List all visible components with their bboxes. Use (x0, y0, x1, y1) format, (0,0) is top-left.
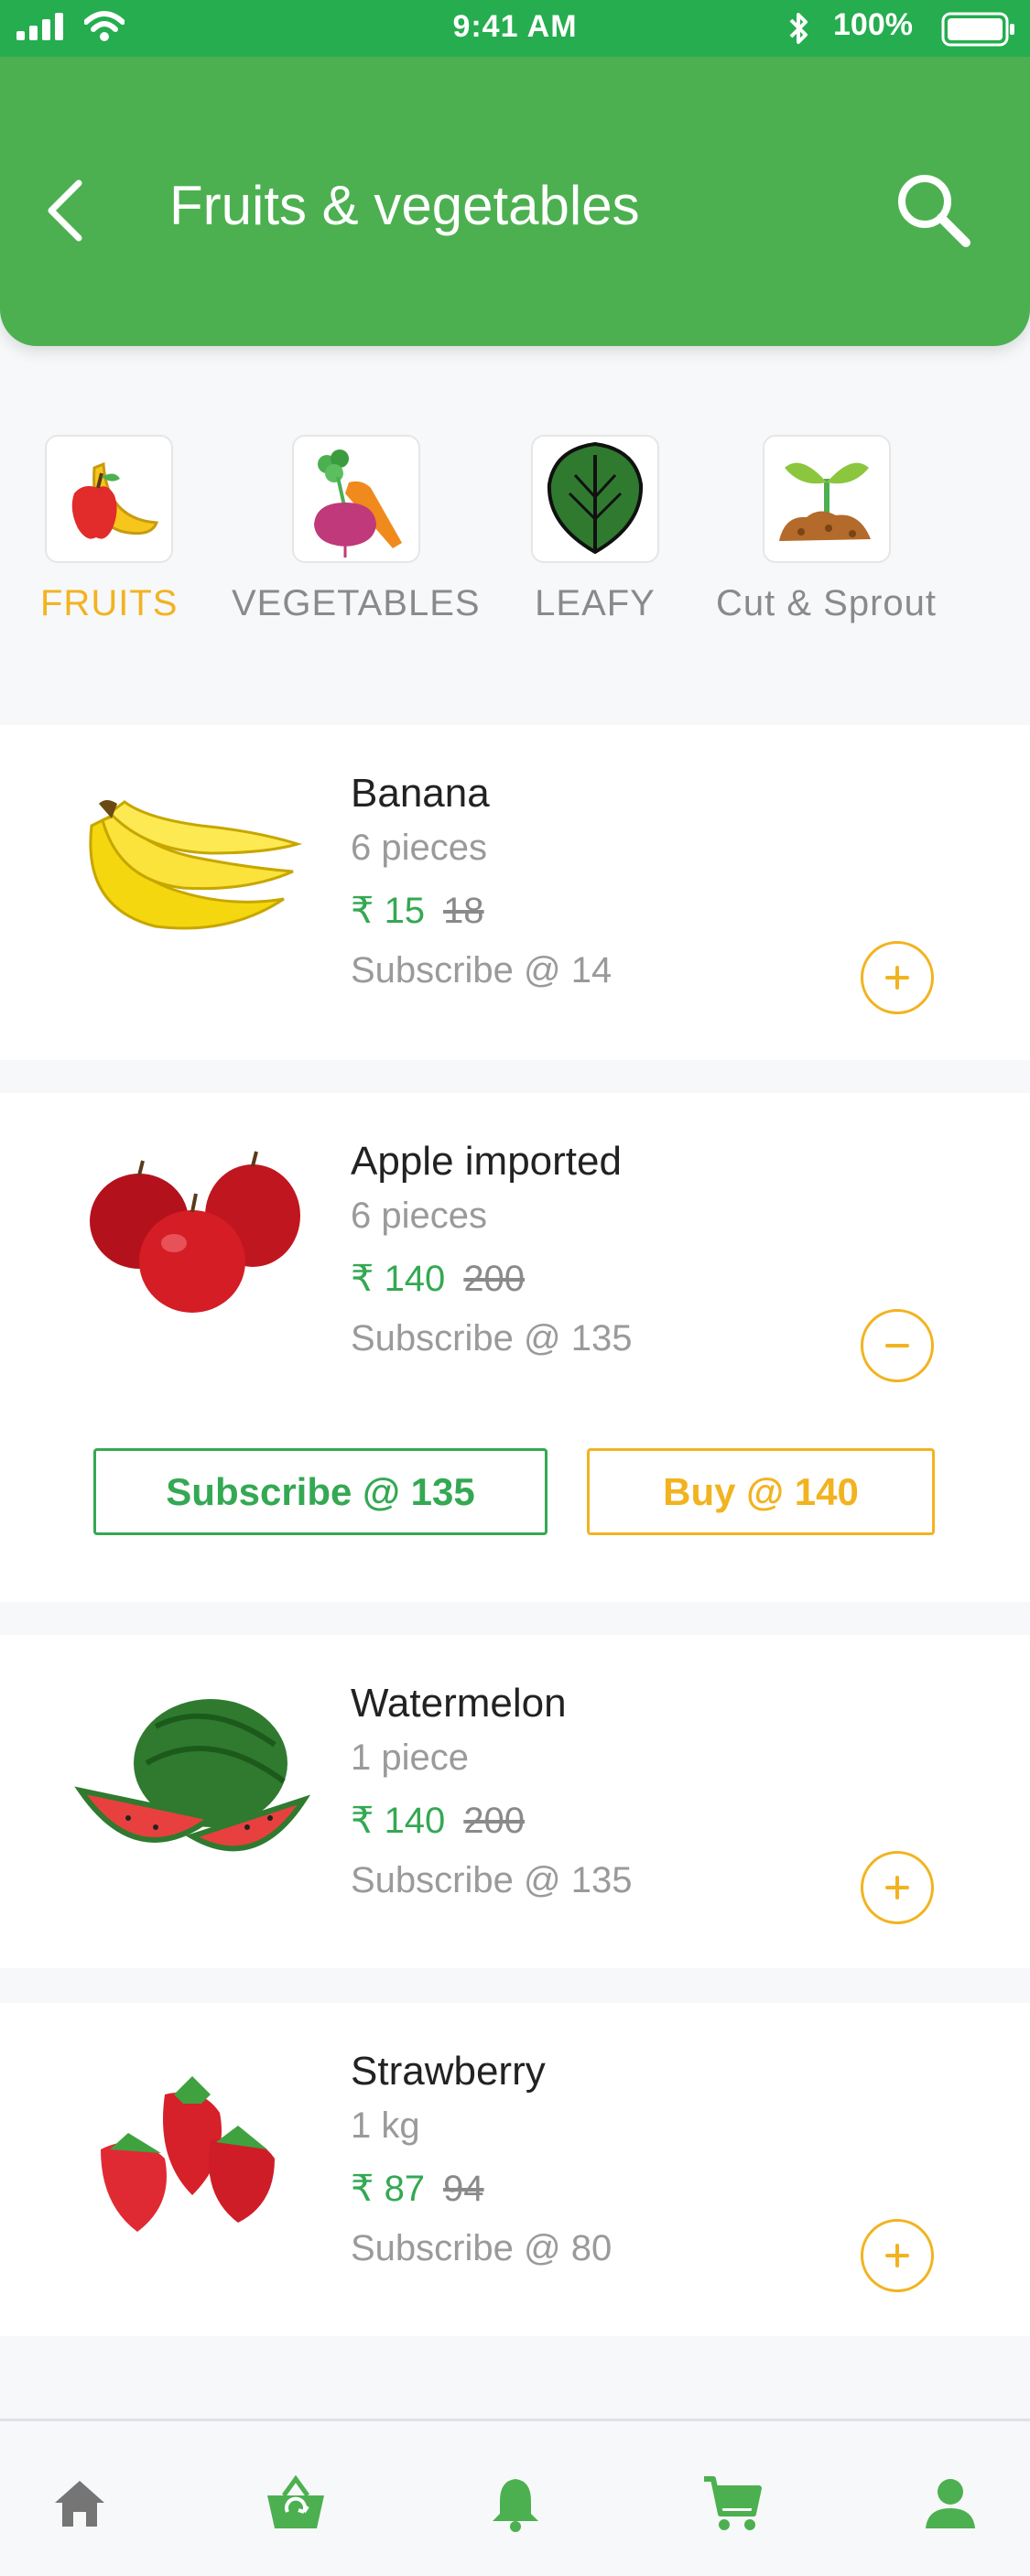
bluetooth-icon (789, 13, 808, 44)
product-card-banana: Banana 6 pieces ₹ 15 18 Subscribe @ 14 (0, 725, 1030, 1060)
battery-icon (941, 12, 1014, 47)
watermelon-image (74, 1699, 311, 1852)
category-fruits[interactable]: FRUITS (40, 435, 178, 624)
bell-icon (493, 2479, 538, 2532)
price: ₹ 15 (351, 891, 426, 931)
cart-icon (704, 2476, 762, 2530)
product-quantity: 6 pieces (351, 828, 487, 868)
category-label: VEGETABLES (232, 583, 481, 623)
add-button[interactable] (861, 941, 934, 1014)
battery-percent: 100% (833, 7, 913, 42)
search-icon (898, 175, 970, 247)
old-price: 200 (463, 1259, 526, 1299)
category-box (762, 435, 891, 563)
category-label: FRUITS (40, 583, 179, 623)
old-price: 18 (443, 891, 484, 931)
home-icon (55, 2481, 104, 2527)
basket-icon (267, 2474, 324, 2528)
price-row: ₹ 140 200 (351, 1800, 525, 1842)
product-card-apple: Apple imported 6 pieces ₹ 140 200 Subscri… (0, 1093, 1030, 1602)
product-name: Watermelon (351, 1681, 567, 1726)
old-price: 200 (463, 1801, 526, 1841)
product-card-watermelon: Watermelon 1 piece ₹ 140 200 Subscribe @ … (0, 1635, 1030, 1968)
price-row: ₹ 87 94 (351, 2168, 484, 2210)
product-quantity: 1 kg (351, 2105, 420, 2146)
subscribe-price: Subscribe @ 135 (351, 1318, 633, 1358)
product-quantity: 1 piece (351, 1737, 469, 1778)
plus-icon (885, 2244, 909, 2268)
product-name: Banana (351, 771, 490, 816)
banana-image (89, 800, 303, 930)
subscribe-price: Subscribe @ 135 (351, 1860, 633, 1900)
bottom-navigation (0, 2419, 1030, 2576)
fruits-icon (71, 461, 159, 539)
price: ₹ 140 (351, 1801, 446, 1841)
nav-home[interactable] (48, 2472, 112, 2536)
category-box (291, 435, 420, 563)
strawberry-image (101, 2076, 275, 2232)
profile-icon (926, 2479, 975, 2528)
price-row: ₹ 140 200 (351, 1258, 525, 1300)
category-label: LEAFY (535, 583, 656, 623)
price: ₹ 87 (351, 2169, 426, 2209)
status-bar: 9:41 AM 100% (0, 0, 1030, 57)
subscribe-price: Subscribe @ 14 (351, 950, 613, 990)
plus-icon (885, 966, 909, 990)
nav-basket[interactable] (264, 2472, 328, 2536)
category-vegetables[interactable]: VEGETABLES (232, 435, 481, 624)
category-leafy[interactable]: LEAFY (531, 435, 659, 624)
minus-icon (885, 1344, 909, 1348)
remove-button[interactable] (861, 1309, 934, 1382)
price: ₹ 140 (351, 1259, 446, 1299)
product-card-strawberry: Strawberry 1 kg ₹ 87 94 Subscribe @ 80 (0, 2003, 1030, 2336)
category-cut-sprout[interactable]: Cut & Sprout (716, 435, 937, 624)
sprout-icon (778, 462, 871, 541)
search-button[interactable] (888, 165, 980, 256)
apple-image (90, 1151, 300, 1313)
vegetables-icon (313, 449, 402, 557)
nav-profile[interactable] (918, 2472, 982, 2536)
subscribe-button[interactable]: Subscribe @ 135 (93, 1448, 548, 1535)
add-button[interactable] (861, 1851, 934, 1924)
product-quantity: 6 pieces (351, 1196, 487, 1236)
subscribe-price: Subscribe @ 80 (351, 2228, 613, 2268)
category-box (531, 435, 659, 563)
price-row: ₹ 15 18 (351, 890, 484, 932)
plus-icon (885, 1876, 909, 1900)
nav-cart[interactable] (700, 2472, 764, 2536)
category-box (45, 435, 174, 563)
back-button[interactable] (38, 174, 93, 247)
add-button[interactable] (861, 2219, 934, 2292)
nav-notifications[interactable] (483, 2472, 548, 2536)
app-header: 9:41 AM 100% Fruits & vegetables (0, 0, 1030, 346)
product-name: Strawberry (351, 2049, 546, 2094)
page-title: Fruits & vegetables (169, 175, 640, 236)
chevron-left-icon (48, 179, 82, 242)
leafy-icon (547, 441, 644, 555)
page: 9:41 AM 100% Fruits & vegetables FRUITS … (0, 0, 1030, 2576)
product-name: Apple imported (351, 1139, 622, 1184)
category-label: Cut & Sprout (716, 583, 938, 623)
old-price: 94 (443, 2169, 484, 2209)
buy-button[interactable]: Buy @ 140 (587, 1448, 935, 1535)
